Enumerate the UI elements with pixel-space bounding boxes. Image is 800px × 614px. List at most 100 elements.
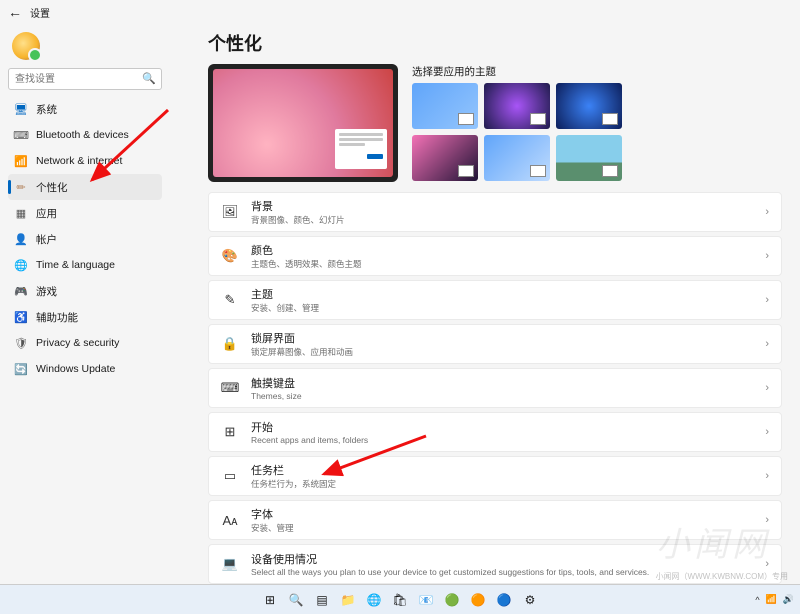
chevron-right-icon: › xyxy=(765,470,769,482)
card-title: 背景 xyxy=(251,198,765,214)
system-tray[interactable]: ^ 📶 🔊 xyxy=(755,594,794,605)
theme-option[interactable] xyxy=(556,83,622,129)
settings-card-5[interactable]: ⊞ 开始 Recent apps and items, folders › xyxy=(208,412,782,452)
theme-option[interactable] xyxy=(412,135,478,181)
settings-card-3[interactable]: 🔒 锁屏界面 锁定屏幕图像、应用和动画 › xyxy=(208,324,782,364)
sidebar-item-3[interactable]: ✏个性化 xyxy=(8,174,162,200)
card-desc: Themes, size xyxy=(251,391,765,401)
taskbar[interactable]: ⊞ 🔍 ▤ 📁 🌐 🛍 📧 🟢 🟠 🔵 ⚙ ^ 📶 🔊 xyxy=(0,584,800,614)
sidebar-item-6[interactable]: 🌐 Time & language xyxy=(8,252,162,278)
chevron-right-icon: › xyxy=(765,206,769,218)
chevron-right-icon: › xyxy=(765,294,769,306)
page-title: 个性化 xyxy=(208,30,782,56)
sidebar: 🔍 🖥 系统 ⌨ Bluetooth & devices 📶Network & inte… xyxy=(0,24,170,584)
card-desc: 主题色、透明效果、颜色主题 xyxy=(251,258,765,270)
taskbar-icon-5[interactable]: 🛍 xyxy=(390,590,410,610)
tray-chevron-icon[interactable]: ^ xyxy=(755,595,759,605)
taskbar-icon-1[interactable]: 🔍 xyxy=(286,590,306,610)
chevron-right-icon: › xyxy=(765,558,769,570)
watermark-small: 小闻网（WWW.KWBNW.COM）专用 xyxy=(656,571,788,582)
card-desc: 任务栏行为，系统固定 xyxy=(251,478,765,490)
card-desc: 背景图像、颜色、幻灯片 xyxy=(251,214,765,226)
preview-window xyxy=(335,129,387,169)
search-icon: 🔍 xyxy=(142,72,156,85)
settings-card-4[interactable]: ⌨ 触摸键盘 Themes, size › xyxy=(208,368,782,408)
chevron-right-icon: › xyxy=(765,338,769,350)
card-desc: 安装、创建、管理 xyxy=(251,302,765,314)
app-title: 设置 xyxy=(30,5,50,20)
taskbar-icon-2[interactable]: ▤ xyxy=(312,590,332,610)
sidebar-icon: 🌐 xyxy=(14,258,28,272)
chevron-right-icon: › xyxy=(765,426,769,438)
settings-card-1[interactable]: 🎨 颜色 主题色、透明效果、颜色主题 › xyxy=(208,236,782,276)
taskbar-icon-10[interactable]: ⚙ xyxy=(520,590,540,610)
theme-option[interactable] xyxy=(484,83,550,129)
sidebar-icon: ⌨ xyxy=(14,128,28,142)
card-title: 开始 xyxy=(251,419,765,435)
sidebar-item-label: 系统 xyxy=(36,102,57,117)
theme-option[interactable] xyxy=(484,135,550,181)
settings-card-6[interactable]: ▭ 任务栏 任务栏行为，系统固定 › xyxy=(208,456,782,496)
sidebar-icon: ▦ xyxy=(14,206,28,220)
taskbar-icon-6[interactable]: 📧 xyxy=(416,590,436,610)
sidebar-item-label: 个性化 xyxy=(36,180,68,195)
sidebar-item-label: Privacy & security xyxy=(36,337,119,349)
tray-network-icon[interactable]: 📶 xyxy=(766,594,777,605)
chevron-right-icon: › xyxy=(765,514,769,526)
sidebar-icon: 🛡 xyxy=(14,336,28,350)
search-input[interactable] xyxy=(8,68,162,90)
card-icon: ✎ xyxy=(221,292,239,308)
sidebar-item-0[interactable]: 🖥 系统 xyxy=(8,96,162,122)
taskbar-icon-0[interactable]: ⊞ xyxy=(260,590,280,610)
theme-option[interactable] xyxy=(412,83,478,129)
sidebar-item-7[interactable]: 🎮游戏 xyxy=(8,278,162,304)
sidebar-item-4[interactable]: ▦ 应用 xyxy=(8,200,162,226)
taskbar-icon-9[interactable]: 🔵 xyxy=(494,590,514,610)
sidebar-item-label: Time & language xyxy=(36,259,115,271)
taskbar-icon-7[interactable]: 🟢 xyxy=(442,590,462,610)
sidebar-icon: 🖥 xyxy=(14,102,28,116)
sidebar-item-8[interactable]: ♿ 辅助功能 xyxy=(8,304,162,330)
search-box[interactable]: 🔍 xyxy=(8,68,162,90)
taskbar-icon-4[interactable]: 🌐 xyxy=(364,590,384,610)
back-button[interactable]: ← xyxy=(8,4,22,20)
sidebar-item-5[interactable]: 👤 帐户 xyxy=(8,226,162,252)
tray-volume-icon[interactable]: 🔊 xyxy=(783,594,794,605)
content: 个性化 选择要应用的主题 xyxy=(170,24,800,584)
card-icon: ⊞ xyxy=(221,424,239,440)
card-icon: 🖼 xyxy=(221,204,239,220)
card-title: 字体 xyxy=(251,506,765,522)
card-title: 任务栏 xyxy=(251,462,765,478)
card-title: 颜色 xyxy=(251,242,765,258)
settings-card-7[interactable]: Aᴀ 字体 安装、管理 › xyxy=(208,500,782,540)
sidebar-item-label: Windows Update xyxy=(36,363,115,375)
card-title: 锁屏界面 xyxy=(251,330,765,346)
sidebar-item-label: Bluetooth & devices xyxy=(36,129,129,141)
settings-card-2[interactable]: ✎ 主题 安装、创建、管理 › xyxy=(208,280,782,320)
card-title: 设备使用情况 xyxy=(251,551,765,567)
sidebar-item-9[interactable]: 🛡 Privacy & security xyxy=(8,330,162,356)
sidebar-item-label: 游戏 xyxy=(36,284,57,299)
card-icon: 💻 xyxy=(221,556,239,572)
sidebar-item-1[interactable]: ⌨ Bluetooth & devices xyxy=(8,122,162,148)
taskbar-icon-3[interactable]: 📁 xyxy=(338,590,358,610)
taskbar-icon-8[interactable]: 🟠 xyxy=(468,590,488,610)
sidebar-icon: 👤 xyxy=(14,232,28,246)
sidebar-item-label: 辅助功能 xyxy=(36,310,78,325)
sidebar-icon: ♿ xyxy=(14,310,28,324)
theme-option[interactable] xyxy=(556,135,622,181)
sidebar-item-label: 应用 xyxy=(36,206,57,221)
sidebar-item-2[interactable]: 📶Network & internet xyxy=(8,148,162,174)
settings-card-0[interactable]: 🖼 背景 背景图像、颜色、幻灯片 › xyxy=(208,192,782,232)
card-icon: ⌨ xyxy=(221,380,239,396)
theme-section-label: 选择要应用的主题 xyxy=(412,64,782,79)
card-title: 触摸键盘 xyxy=(251,375,765,391)
card-desc: Recent apps and items, folders xyxy=(251,435,765,445)
sidebar-icon: 📶 xyxy=(14,154,28,168)
sidebar-item-10[interactable]: 🔄Windows Update xyxy=(8,356,162,382)
user-avatar[interactable] xyxy=(12,32,40,60)
card-desc: 锁定屏幕图像、应用和动画 xyxy=(251,346,765,358)
card-icon: 🎨 xyxy=(221,248,239,264)
card-title: 主题 xyxy=(251,286,765,302)
sidebar-item-label: 帐户 xyxy=(36,232,57,247)
